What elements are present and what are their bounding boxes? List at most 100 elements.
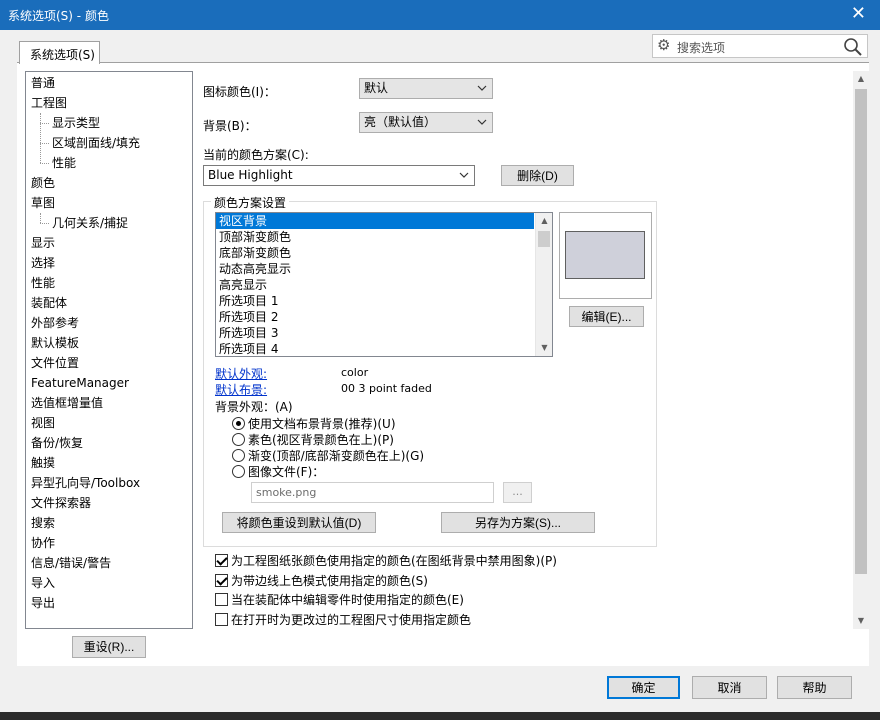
- radio-button[interactable]: [232, 449, 245, 462]
- list-item[interactable]: 所选项目 4: [216, 341, 534, 356]
- option-checkbox-row[interactable]: 为工程图纸张颜色使用指定的颜色(在图纸背景中禁用图象)(P): [215, 552, 557, 568]
- tab-system-options[interactable]: 系统选项(S): [19, 41, 100, 64]
- reset-colors-button[interactable]: 将颜色重设到默认值(D): [222, 512, 376, 533]
- icon-color-select[interactable]: 默认: [359, 78, 493, 99]
- radio-button[interactable]: [232, 465, 245, 478]
- edit-color-button[interactable]: 编辑(E)...: [569, 306, 644, 327]
- list-scrollbar[interactable]: ▲ ▼: [535, 213, 552, 356]
- list-item[interactable]: 视区背景: [216, 213, 534, 229]
- list-item[interactable]: 顶部渐变颜色: [216, 229, 534, 245]
- tree-item[interactable]: 草图: [26, 193, 192, 213]
- tree-item[interactable]: 性能: [26, 273, 192, 293]
- bg-appearance-option[interactable]: 素色(视区背景颜色在上)(P): [232, 431, 394, 447]
- default-scene-value: 00 3 point faded: [341, 382, 432, 395]
- radio-label: 图像文件(F)：: [248, 465, 325, 479]
- tree-item[interactable]: 触摸: [26, 453, 192, 473]
- tree-item[interactable]: FeatureManager: [26, 373, 192, 393]
- save-as-scheme-button[interactable]: 另存为方案(S)...: [441, 512, 595, 533]
- tree-item[interactable]: 导出: [26, 593, 192, 613]
- tree-item[interactable]: 选值框增量值: [26, 393, 192, 413]
- help-button[interactable]: 帮助: [777, 676, 852, 699]
- tree-item[interactable]: 性能: [26, 153, 192, 173]
- icon-color-value: 默认: [364, 81, 389, 95]
- search-placeholder: 搜索选项: [677, 41, 726, 55]
- image-file-input[interactable]: smoke.png: [251, 482, 494, 503]
- radio-button[interactable]: [232, 433, 245, 446]
- checkbox[interactable]: [215, 554, 228, 567]
- delete-scheme-button[interactable]: 删除(D): [501, 165, 574, 186]
- radio-label: 使用文档布景背景(推荐)(U): [248, 417, 396, 431]
- taskbar-edge: [0, 712, 880, 720]
- list-item[interactable]: 底部渐变颜色: [216, 245, 534, 261]
- bg-appearance-label: 背景外观：(A): [215, 400, 293, 414]
- scroll-down-icon[interactable]: ▼: [536, 340, 552, 356]
- chevron-down-icon: [477, 119, 487, 125]
- color-element-list[interactable]: 视区背景 顶部渐变颜色 底部渐变颜色 动态高亮显示 高亮显示 所选项目 1 所选项目 2 所选…: [215, 212, 553, 357]
- scroll-down-icon[interactable]: ▼: [853, 613, 869, 629]
- bg-appearance-option[interactable]: 图像文件(F)：: [232, 463, 324, 479]
- tree-item[interactable]: 信息/错误/警告: [26, 553, 192, 573]
- main-scrollbar[interactable]: ▲ ▼: [853, 71, 869, 629]
- tree-item[interactable]: 显示类型: [26, 113, 192, 133]
- checkbox[interactable]: [215, 613, 228, 626]
- radio-label: 渐变(顶部/底部渐变颜色在上)(G): [248, 449, 425, 463]
- tree-item[interactable]: 默认模板: [26, 333, 192, 353]
- default-scene-link[interactable]: 默认布景:: [215, 381, 267, 398]
- chevron-down-icon: [477, 85, 487, 91]
- tree-item[interactable]: 区域剖面线/填充: [26, 133, 192, 153]
- radio-label: 素色(视区背景颜色在上)(P): [248, 433, 394, 447]
- checkbox-label: 当在装配体中编辑零件时使用指定的颜色(E): [231, 593, 464, 607]
- category-tree[interactable]: 普通 工程图 显示类型 区域剖面线/填充 性能 颜色 草图 几何关系/捕捉 显示 选择 性能 装配体外…: [25, 71, 193, 629]
- tree-item[interactable]: 几何关系/捕捉: [26, 213, 192, 233]
- tab-strip-divider: [17, 62, 869, 63]
- bg-appearance-option[interactable]: 渐变(顶部/底部渐变颜色在上)(G): [232, 447, 424, 463]
- scroll-thumb[interactable]: [855, 89, 867, 574]
- title-bar: 系统选项(S) - 颜色 ✕: [0, 0, 880, 30]
- tree-item[interactable]: 搜索: [26, 513, 192, 533]
- ok-button[interactable]: 确定: [607, 676, 680, 699]
- tree-item[interactable]: 视图: [26, 413, 192, 433]
- tree-item[interactable]: 协作: [26, 533, 192, 553]
- option-checkbox-row[interactable]: 为带边线上色模式使用指定的颜色(S): [215, 572, 428, 588]
- cancel-button[interactable]: 取消: [692, 676, 767, 699]
- checkbox[interactable]: [215, 593, 228, 606]
- tree-item[interactable]: 导入: [26, 573, 192, 593]
- scroll-thumb[interactable]: [538, 231, 550, 247]
- gear-icon[interactable]: ⚙: [657, 36, 670, 54]
- tree-item[interactable]: 颜色: [26, 173, 192, 193]
- tree-item[interactable]: 显示: [26, 233, 192, 253]
- tree-item[interactable]: 选择: [26, 253, 192, 273]
- scroll-up-icon[interactable]: ▲: [853, 71, 869, 87]
- tree-item[interactable]: 备份/恢复: [26, 433, 192, 453]
- color-scheme-select[interactable]: Blue Highlight: [203, 165, 475, 186]
- list-item[interactable]: 所选项目 3: [216, 325, 534, 341]
- background-value: 亮（默认值）: [364, 115, 437, 129]
- radio-button[interactable]: [232, 417, 245, 430]
- option-checkbox-row[interactable]: 在打开时为更改过的工程图尺寸使用指定颜色: [215, 611, 471, 627]
- search-input[interactable]: ⚙ 搜索选项: [652, 34, 868, 58]
- option-checkbox-row[interactable]: 当在装配体中编辑零件时使用指定的颜色(E): [215, 591, 464, 607]
- tree-item[interactable]: 普通: [26, 73, 192, 93]
- background-select[interactable]: 亮（默认值）: [359, 112, 493, 133]
- list-item[interactable]: 高亮显示: [216, 277, 534, 293]
- scroll-up-icon[interactable]: ▲: [536, 213, 552, 229]
- color-preview-swatch: [565, 231, 645, 279]
- default-appearance-value: color: [341, 366, 369, 379]
- checkbox[interactable]: [215, 574, 228, 587]
- default-appearance-link[interactable]: 默认外观:: [215, 365, 267, 382]
- reset-button[interactable]: 重设(R)...: [72, 636, 146, 658]
- search-icon[interactable]: [843, 37, 863, 57]
- bg-appearance-option[interactable]: 使用文档布景背景(推荐)(U): [232, 415, 396, 431]
- list-item[interactable]: 所选项目 2: [216, 309, 534, 325]
- tree-item[interactable]: 文件探索器: [26, 493, 192, 513]
- tree-item[interactable]: 外部参考: [26, 313, 192, 333]
- list-item[interactable]: 动态高亮显示: [216, 261, 534, 277]
- close-icon[interactable]: ✕: [851, 4, 866, 24]
- browse-file-button[interactable]: ...: [503, 482, 532, 503]
- tree-item[interactable]: 装配体: [26, 293, 192, 313]
- tree-item[interactable]: 异型孔向导/Toolbox: [26, 473, 192, 493]
- tree-item[interactable]: 工程图: [26, 93, 192, 113]
- list-item[interactable]: 所选项目 1: [216, 293, 534, 309]
- window-title: 系统选项(S) - 颜色: [8, 9, 109, 23]
- tree-item[interactable]: 文件位置: [26, 353, 192, 373]
